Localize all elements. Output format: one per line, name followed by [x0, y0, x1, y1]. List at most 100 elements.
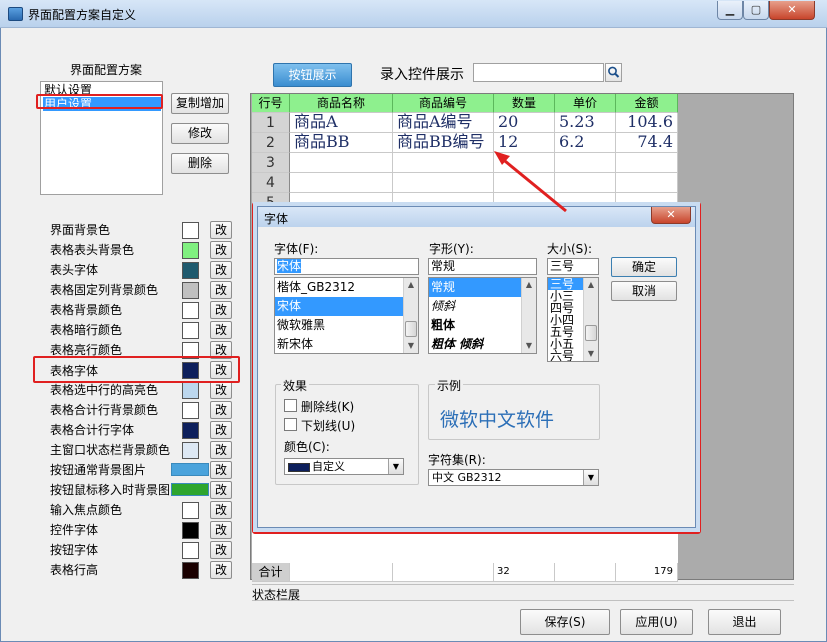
change-button[interactable]: 改	[210, 561, 232, 579]
table-cell[interactable]	[616, 153, 678, 173]
font-name-input[interactable]: 宋体	[274, 258, 419, 275]
table-cell[interactable]: 6.2	[555, 133, 616, 153]
table-cell[interactable]: 商品BB编号	[393, 133, 494, 153]
color-swatch	[182, 422, 199, 439]
total-cell	[555, 563, 616, 582]
change-button[interactable]: 改	[210, 381, 232, 399]
table-cell[interactable]: 商品A编号	[393, 113, 494, 133]
size-list-scrollbar[interactable]: ▲ ▼	[583, 278, 598, 361]
color-swatch	[182, 542, 199, 559]
column-header[interactable]: 商品编号	[393, 94, 494, 113]
color-swatch	[182, 442, 199, 459]
column-header[interactable]: 单价	[555, 94, 616, 113]
list-item[interactable]: 宋体	[275, 297, 418, 316]
scroll-down-icon[interactable]: ▼	[584, 347, 598, 361]
column-header[interactable]: 行号	[252, 94, 290, 113]
close-button[interactable]: ✕	[769, 1, 815, 20]
change-button[interactable]: 改	[210, 461, 232, 479]
underline-checkbox[interactable]	[284, 418, 297, 431]
column-header[interactable]: 数量	[494, 94, 555, 113]
setting-label: 表格合计行字体	[50, 423, 135, 437]
list-item[interactable]: 常规	[429, 278, 536, 297]
style-list-scrollbar[interactable]: ▲ ▼	[521, 278, 536, 353]
table-cell[interactable]: 104.6	[616, 113, 678, 133]
scroll-up-icon[interactable]: ▲	[522, 278, 536, 292]
table-cell[interactable]	[555, 173, 616, 193]
input-display-label: 录入控件展示	[380, 67, 464, 83]
change-button[interactable]: 改	[210, 521, 232, 539]
font-size-list[interactable]: 三号 小三 四号 小四 五号 小五 六号 ▲ ▼	[547, 277, 599, 362]
charset-select[interactable]: 中文 GB2312 ▼	[428, 469, 599, 486]
scroll-thumb[interactable]	[585, 325, 597, 341]
chevron-down-icon[interactable]: ▼	[583, 470, 598, 485]
list-item[interactable]: 粗体 倾斜	[429, 335, 536, 353]
table-cell[interactable]	[290, 173, 393, 193]
table-cell[interactable]: 12	[494, 133, 555, 153]
font-style-input[interactable]: 常规	[428, 258, 537, 275]
table-cell[interactable]: 74.4	[616, 133, 678, 153]
ok-button[interactable]: 确定	[611, 257, 677, 277]
scroll-up-icon[interactable]: ▲	[404, 278, 418, 292]
change-button[interactable]: 改	[210, 221, 232, 239]
highlight-box-table-font	[33, 356, 240, 383]
modify-button[interactable]: 修改	[171, 123, 229, 144]
color-select[interactable]: 自定义 ▼	[284, 458, 404, 475]
list-item[interactable]: 倾斜	[429, 297, 536, 316]
table-cell[interactable]	[393, 153, 494, 173]
scroll-down-icon[interactable]: ▼	[404, 339, 418, 353]
table-cell[interactable]	[290, 153, 393, 173]
font-name-list[interactable]: 楷体_GB2312 宋体 微软雅黑 新宋体 ▲ ▼	[274, 277, 419, 354]
table-cell[interactable]	[555, 153, 616, 173]
change-button[interactable]: 改	[210, 421, 232, 439]
table-cell[interactable]	[494, 173, 555, 193]
row-number: 1	[252, 113, 290, 133]
table-cell[interactable]: 20	[494, 113, 555, 133]
change-button[interactable]: 改	[210, 441, 232, 459]
font-name-value: 宋体	[277, 259, 302, 273]
save-button[interactable]: 保存(S)	[520, 609, 610, 635]
minimize-button[interactable]: ▁	[717, 1, 743, 20]
dialog-close-button[interactable]: ✕	[651, 207, 691, 224]
search-icon[interactable]	[605, 63, 622, 82]
chevron-down-icon[interactable]: ▼	[388, 459, 403, 474]
tab-button-display[interactable]: 按钮展示	[273, 63, 352, 87]
table-cell[interactable]	[616, 173, 678, 193]
font-list-scrollbar[interactable]: ▲ ▼	[403, 278, 418, 353]
exit-button[interactable]: 退出	[708, 609, 781, 635]
change-button[interactable]: 改	[210, 301, 232, 319]
change-button[interactable]: 改	[210, 241, 232, 259]
change-button[interactable]: 改	[210, 541, 232, 559]
list-item[interactable]: 微软雅黑	[275, 316, 418, 335]
font-style-list[interactable]: 常规 倾斜 粗体 粗体 倾斜 ▲ ▼	[428, 277, 537, 354]
apply-button[interactable]: 应用(U)	[620, 609, 693, 635]
change-button[interactable]: 改	[210, 501, 232, 519]
list-item[interactable]: 新宋体	[275, 335, 418, 353]
change-button[interactable]: 改	[210, 401, 232, 419]
delete-button[interactable]: 删除	[171, 153, 229, 174]
table-cell[interactable]	[393, 173, 494, 193]
change-button[interactable]: 改	[210, 261, 232, 279]
scroll-thumb[interactable]	[405, 321, 417, 337]
input-display-field[interactable]	[473, 63, 604, 82]
setting-label: 表格行高	[50, 563, 99, 577]
strikeout-checkbox[interactable]	[284, 399, 297, 412]
column-header[interactable]: 金额	[616, 94, 678, 113]
change-button[interactable]: 改	[210, 281, 232, 299]
row-number: 3	[252, 153, 290, 173]
scroll-down-icon[interactable]: ▼	[522, 339, 536, 353]
font-size-input[interactable]: 三号	[547, 258, 599, 275]
table-cell[interactable]: 商品BB	[290, 133, 393, 153]
scroll-up-icon[interactable]: ▲	[584, 278, 598, 292]
change-button[interactable]: 改	[210, 321, 232, 339]
column-header[interactable]: 商品名称	[290, 94, 393, 113]
maximize-button[interactable]: ▢	[743, 1, 769, 20]
setting-label: 输入焦点颜色	[50, 503, 123, 517]
cancel-button[interactable]: 取消	[611, 281, 677, 301]
table-cell[interactable]	[494, 153, 555, 173]
copy-add-button[interactable]: 复制增加	[171, 93, 229, 114]
list-item[interactable]: 粗体	[429, 316, 536, 335]
list-item[interactable]: 楷体_GB2312	[275, 278, 418, 297]
table-cell[interactable]: 5.23	[555, 113, 616, 133]
table-cell[interactable]: 商品A	[290, 113, 393, 133]
change-button[interactable]: 改	[210, 481, 232, 499]
